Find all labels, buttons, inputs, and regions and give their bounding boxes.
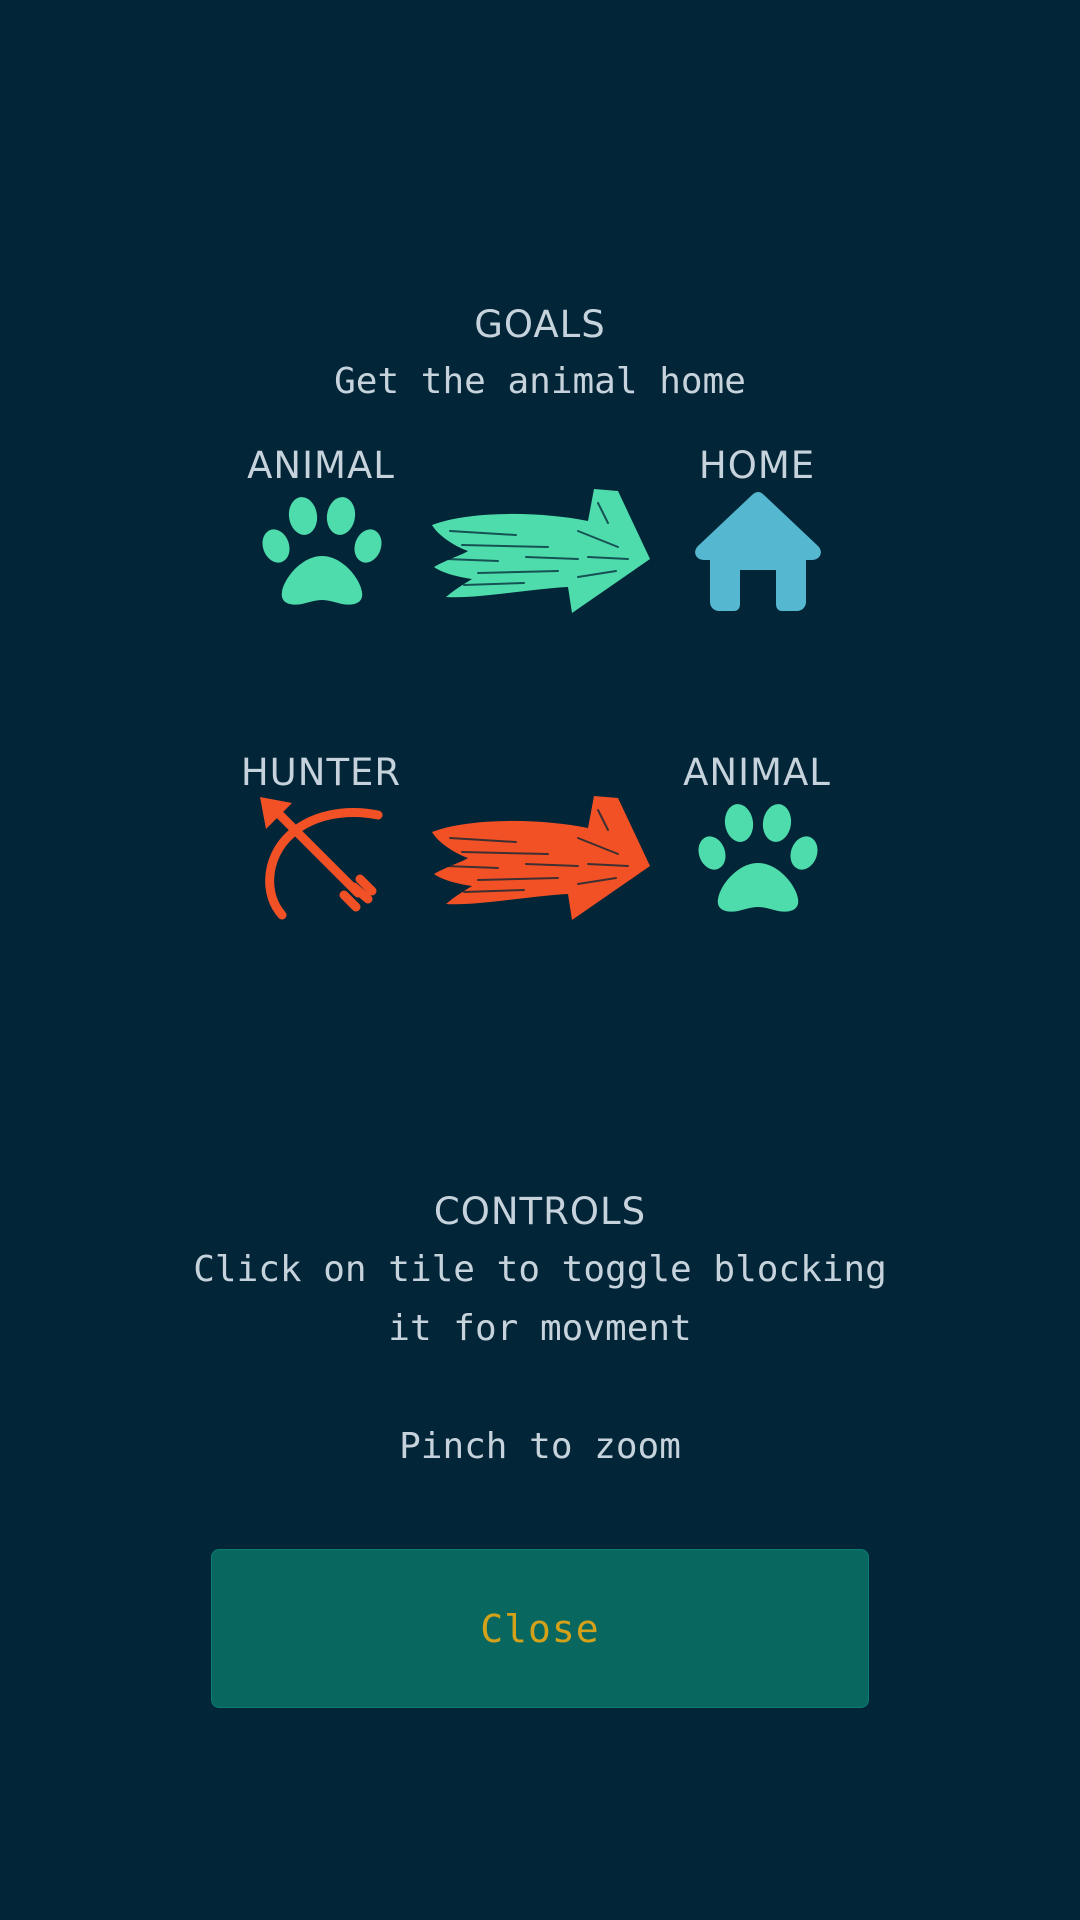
controls-line-zoom: Pinch to zoom xyxy=(399,1426,681,1467)
arrow-right-icon xyxy=(432,489,650,613)
controls-line-toggle: Click on tile to toggle blocking xyxy=(193,1249,887,1290)
goals-description: Get the animal home xyxy=(334,361,746,402)
close-button[interactable]: Close xyxy=(211,1549,869,1708)
goals-home-label: HOME xyxy=(698,444,816,487)
house-icon xyxy=(695,492,821,611)
hunter-label: HUNTER xyxy=(240,751,402,794)
bow-and-arrow-icon xyxy=(260,797,383,920)
threat-animal-label: ANIMAL xyxy=(683,751,831,794)
arrow-right-icon xyxy=(432,796,650,920)
controls-line-movement: it for movment xyxy=(388,1308,692,1349)
controls-heading: CONTROLS xyxy=(433,1190,647,1233)
paw-icon xyxy=(698,804,818,912)
close-button-label: Close xyxy=(480,1606,600,1651)
goals-animal-label: ANIMAL xyxy=(247,444,395,487)
goals-heading: GOALS xyxy=(474,303,606,346)
paw-icon xyxy=(262,497,382,605)
